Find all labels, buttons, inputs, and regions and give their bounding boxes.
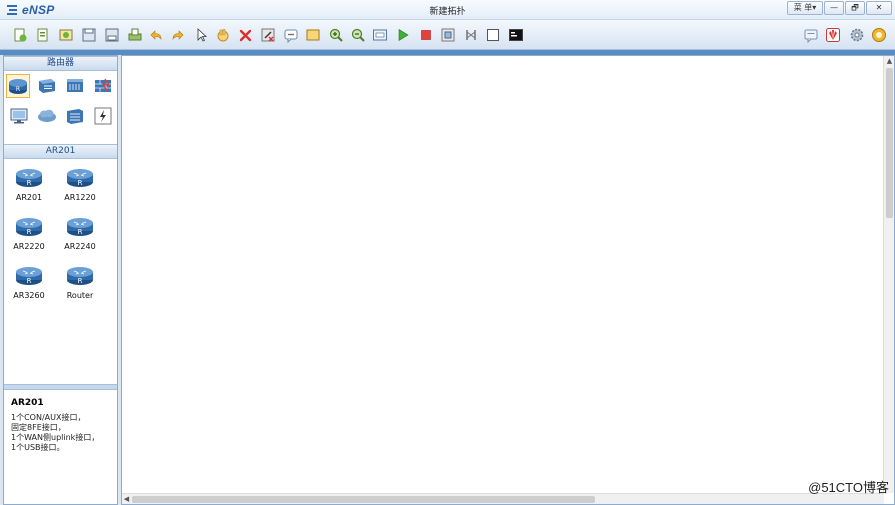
horizontal-scroll-thumb[interactable] — [132, 496, 595, 503]
router-icon: R — [67, 218, 93, 236]
rectangle-icon[interactable] — [305, 27, 321, 43]
category-header: 路由器 — [4, 56, 117, 71]
description-line: 1个USB接口。 — [11, 443, 65, 452]
connection-category-icon[interactable] — [91, 105, 115, 129]
undo-icon[interactable] — [148, 27, 164, 43]
zoom-in-icon[interactable] — [328, 27, 344, 43]
grid-icon[interactable] — [485, 27, 501, 43]
router-icon: R — [67, 267, 93, 285]
router-icon: R — [16, 218, 42, 236]
device-ar1220[interactable]: R AR1220 — [55, 166, 105, 202]
redo-icon[interactable] — [170, 27, 186, 43]
svg-text:R: R — [78, 179, 83, 187]
text-icon[interactable] — [283, 27, 299, 43]
device-label: Router — [66, 291, 94, 300]
stop-device-icon[interactable] — [418, 27, 434, 43]
description-title: AR201 — [11, 398, 44, 408]
topology-canvas[interactable]: ▲ ◀ — [121, 55, 895, 505]
hand-icon[interactable] — [215, 27, 231, 43]
save-as-icon[interactable] — [104, 27, 120, 43]
description-splitter[interactable] — [4, 384, 117, 390]
firewall-category-icon[interactable] — [91, 75, 115, 99]
device-label: AR1220 — [64, 193, 96, 202]
device-router[interactable]: R Router — [55, 264, 105, 300]
fit-icon[interactable] — [372, 27, 388, 43]
svg-text:R: R — [16, 86, 20, 93]
restore-button[interactable]: 🗗 — [845, 1, 865, 15]
router-icon: R — [16, 169, 42, 187]
vertical-scroll-thumb[interactable] — [886, 68, 893, 218]
device-ar201[interactable]: R AR201 — [4, 166, 54, 202]
scroll-left-arrow-icon[interactable]: ◀ — [122, 495, 131, 504]
save-icon[interactable] — [81, 27, 97, 43]
scroll-up-arrow-icon[interactable]: ▲ — [885, 57, 894, 66]
new-topology-icon[interactable] — [12, 27, 28, 43]
other-device-category-icon[interactable] — [63, 105, 87, 129]
print-icon[interactable] — [127, 27, 143, 43]
router-category-icon[interactable]: R — [6, 74, 30, 98]
help-icon[interactable] — [871, 27, 887, 43]
router-icon: R — [67, 169, 93, 187]
forum-icon[interactable] — [803, 27, 819, 43]
title-bar: eNSP 新建拓扑 菜 单▾ — 🗗 ✕ — [0, 0, 895, 20]
window-controls: 菜 单▾ — 🗗 ✕ — [787, 1, 892, 15]
svg-text:R: R — [27, 228, 32, 236]
cloud-category-icon[interactable] — [35, 105, 59, 129]
console-icon[interactable] — [508, 27, 524, 43]
ensp-window: eNSP 新建拓扑 菜 单▾ — 🗗 ✕ 路由器 R AR201 R AR201… — [0, 0, 895, 505]
svg-text:R: R — [27, 277, 32, 285]
svg-text:R: R — [27, 179, 32, 187]
start-device-icon[interactable] — [395, 27, 411, 43]
close-button[interactable]: ✕ — [866, 1, 892, 15]
menu-button[interactable]: 菜 单▾ — [787, 1, 823, 15]
new-sample-icon[interactable] — [35, 27, 51, 43]
wireless-category-icon[interactable] — [63, 75, 87, 99]
device-ar2240[interactable]: R AR2240 — [55, 215, 105, 251]
select-icon[interactable] — [194, 27, 210, 43]
device-label: AR2220 — [13, 242, 45, 251]
delete-icon[interactable] — [238, 27, 254, 43]
window-title: 新建拓扑 — [429, 7, 466, 17]
svg-text:R: R — [78, 228, 83, 236]
horizontal-scrollbar[interactable]: ◀ — [122, 493, 884, 504]
router-icon: R — [16, 267, 42, 285]
settings-icon[interactable] — [849, 27, 865, 43]
vertical-scrollbar[interactable]: ▲ — [883, 56, 894, 493]
huawei-logo-icon[interactable] — [825, 27, 841, 43]
device-ar3260[interactable]: R AR3260 — [4, 264, 54, 300]
zoom-out-icon[interactable] — [350, 27, 366, 43]
device-panel: 路由器 R AR201 R AR201 R AR1220 R AR2220 R … — [3, 55, 118, 505]
device-label: AR3260 — [13, 291, 45, 300]
toolbar — [0, 20, 895, 50]
open-icon[interactable] — [58, 27, 74, 43]
terminal-category-icon[interactable] — [7, 105, 31, 129]
show-interface-icon[interactable] — [463, 27, 479, 43]
device-ar2220[interactable]: R AR2220 — [4, 215, 54, 251]
svg-text:R: R — [78, 277, 83, 285]
switch-category-icon[interactable] — [35, 75, 59, 99]
device-list-header: AR201 — [4, 144, 117, 159]
delete-link-icon[interactable] — [260, 27, 276, 43]
capture-icon[interactable] — [440, 27, 456, 43]
minimize-button[interactable]: — — [824, 1, 844, 15]
watermark: @51CTO博客 — [808, 480, 889, 495]
device-label: AR201 — [15, 193, 43, 202]
device-label: AR2240 — [64, 242, 96, 251]
